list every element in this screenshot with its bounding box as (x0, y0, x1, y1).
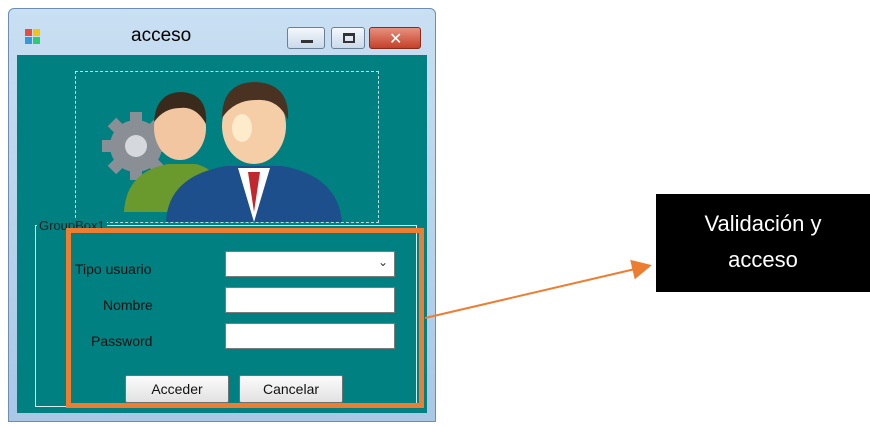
annotation-callout: Validación y acceso (656, 194, 870, 292)
callout-line-1: Validación y (704, 211, 822, 236)
callout-line-2: acceso (728, 247, 798, 272)
